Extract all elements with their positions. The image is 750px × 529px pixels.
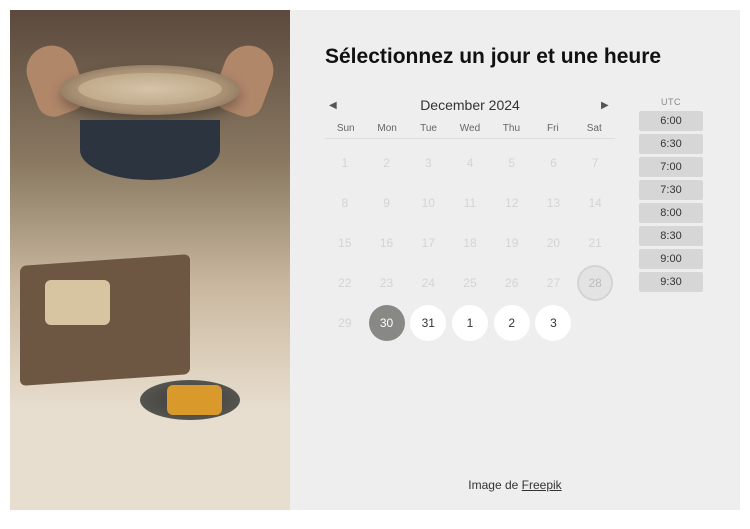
- month-label: December 2024: [420, 97, 520, 113]
- credit-link[interactable]: Freepik: [522, 478, 562, 492]
- calendar-day[interactable]: 23: [369, 265, 405, 301]
- time-slot[interactable]: 9:00: [639, 249, 703, 269]
- calendar-day[interactable]: 27: [535, 265, 571, 301]
- calendar-day[interactable]: 30: [369, 305, 405, 341]
- weekday-label: Sat: [574, 123, 615, 134]
- calendar-header: ◀ December 2024 ▶: [325, 97, 615, 113]
- calendar-day[interactable]: 1: [452, 305, 488, 341]
- calendar-day[interactable]: 8: [327, 185, 363, 221]
- calendar-day[interactable]: 26: [494, 265, 530, 301]
- calendar-day[interactable]: 7: [577, 145, 613, 181]
- weekday-label: Fri: [532, 123, 573, 134]
- credit-prefix: Image de: [468, 478, 521, 492]
- calendar-day[interactable]: 10: [410, 185, 446, 221]
- calendar-day[interactable]: 15: [327, 225, 363, 261]
- calendar-day[interactable]: 5: [494, 145, 530, 181]
- calendar-day[interactable]: 18: [452, 225, 488, 261]
- calendar-empty: [575, 305, 615, 341]
- weekday-label: Thu: [491, 123, 532, 134]
- time-slot[interactable]: 6:30: [639, 134, 703, 154]
- time-column: UTC 6:00 6:30 7:00 7:30 8:00 8:30 9:00 9:30: [639, 97, 703, 341]
- calendar-day[interactable]: 2: [369, 145, 405, 181]
- time-slot[interactable]: 8:30: [639, 226, 703, 246]
- hero-image: [10, 10, 290, 510]
- calendar-day[interactable]: 2: [494, 305, 530, 341]
- calendar-day[interactable]: 22: [327, 265, 363, 301]
- calendar-day[interactable]: 28: [577, 265, 613, 301]
- calendar-day[interactable]: 21: [577, 225, 613, 261]
- prev-month-button[interactable]: ◀: [329, 100, 339, 110]
- calendar: ◀ December 2024 ▶ SunMonTueWedThuFriSat …: [325, 97, 615, 341]
- timezone-label: UTC: [639, 97, 703, 107]
- calendar-day[interactable]: 29: [327, 305, 363, 341]
- calendar-day[interactable]: 16: [369, 225, 405, 261]
- time-slot[interactable]: 6:00: [639, 111, 703, 131]
- weekday-row: SunMonTueWedThuFriSat: [325, 123, 615, 139]
- time-slot[interactable]: 8:00: [639, 203, 703, 223]
- booking-widget: Sélectionnez un jour et une heure ◀ Dece…: [10, 10, 740, 510]
- calendar-day[interactable]: 3: [535, 305, 571, 341]
- calendar-day[interactable]: 31: [410, 305, 446, 341]
- calendar-day[interactable]: 14: [577, 185, 613, 221]
- picker-panel: Sélectionnez un jour et une heure ◀ Dece…: [290, 10, 740, 510]
- calendar-day[interactable]: 11: [452, 185, 488, 221]
- next-month-button[interactable]: ▶: [601, 100, 611, 110]
- time-slot[interactable]: 7:30: [639, 180, 703, 200]
- weekday-label: Sun: [325, 123, 366, 134]
- time-slot[interactable]: 9:30: [639, 272, 703, 292]
- panel-title: Sélectionnez un jour et une heure: [325, 45, 710, 69]
- calendar-day[interactable]: 19: [494, 225, 530, 261]
- calendar-day[interactable]: 3: [410, 145, 446, 181]
- calendar-day[interactable]: 9: [369, 185, 405, 221]
- decorative-shape: [60, 65, 240, 115]
- image-credit: Image de Freepik: [290, 478, 740, 492]
- weekday-label: Mon: [366, 123, 407, 134]
- calendar-day[interactable]: 25: [452, 265, 488, 301]
- decorative-shape: [45, 280, 110, 325]
- decorative-shape: [167, 385, 222, 415]
- weekday-label: Tue: [408, 123, 449, 134]
- calendar-day[interactable]: 13: [535, 185, 571, 221]
- calendar-day[interactable]: 17: [410, 225, 446, 261]
- calendar-day[interactable]: 12: [494, 185, 530, 221]
- calendar-day[interactable]: 20: [535, 225, 571, 261]
- calendar-day[interactable]: 6: [535, 145, 571, 181]
- time-slot[interactable]: 7:00: [639, 157, 703, 177]
- decorative-shape: [80, 120, 220, 180]
- weekday-label: Wed: [449, 123, 490, 134]
- day-grid: 1234567891011121314151617181920212223242…: [325, 145, 615, 341]
- calendar-day[interactable]: 24: [410, 265, 446, 301]
- calendar-day[interactable]: 4: [452, 145, 488, 181]
- calendar-day[interactable]: 1: [327, 145, 363, 181]
